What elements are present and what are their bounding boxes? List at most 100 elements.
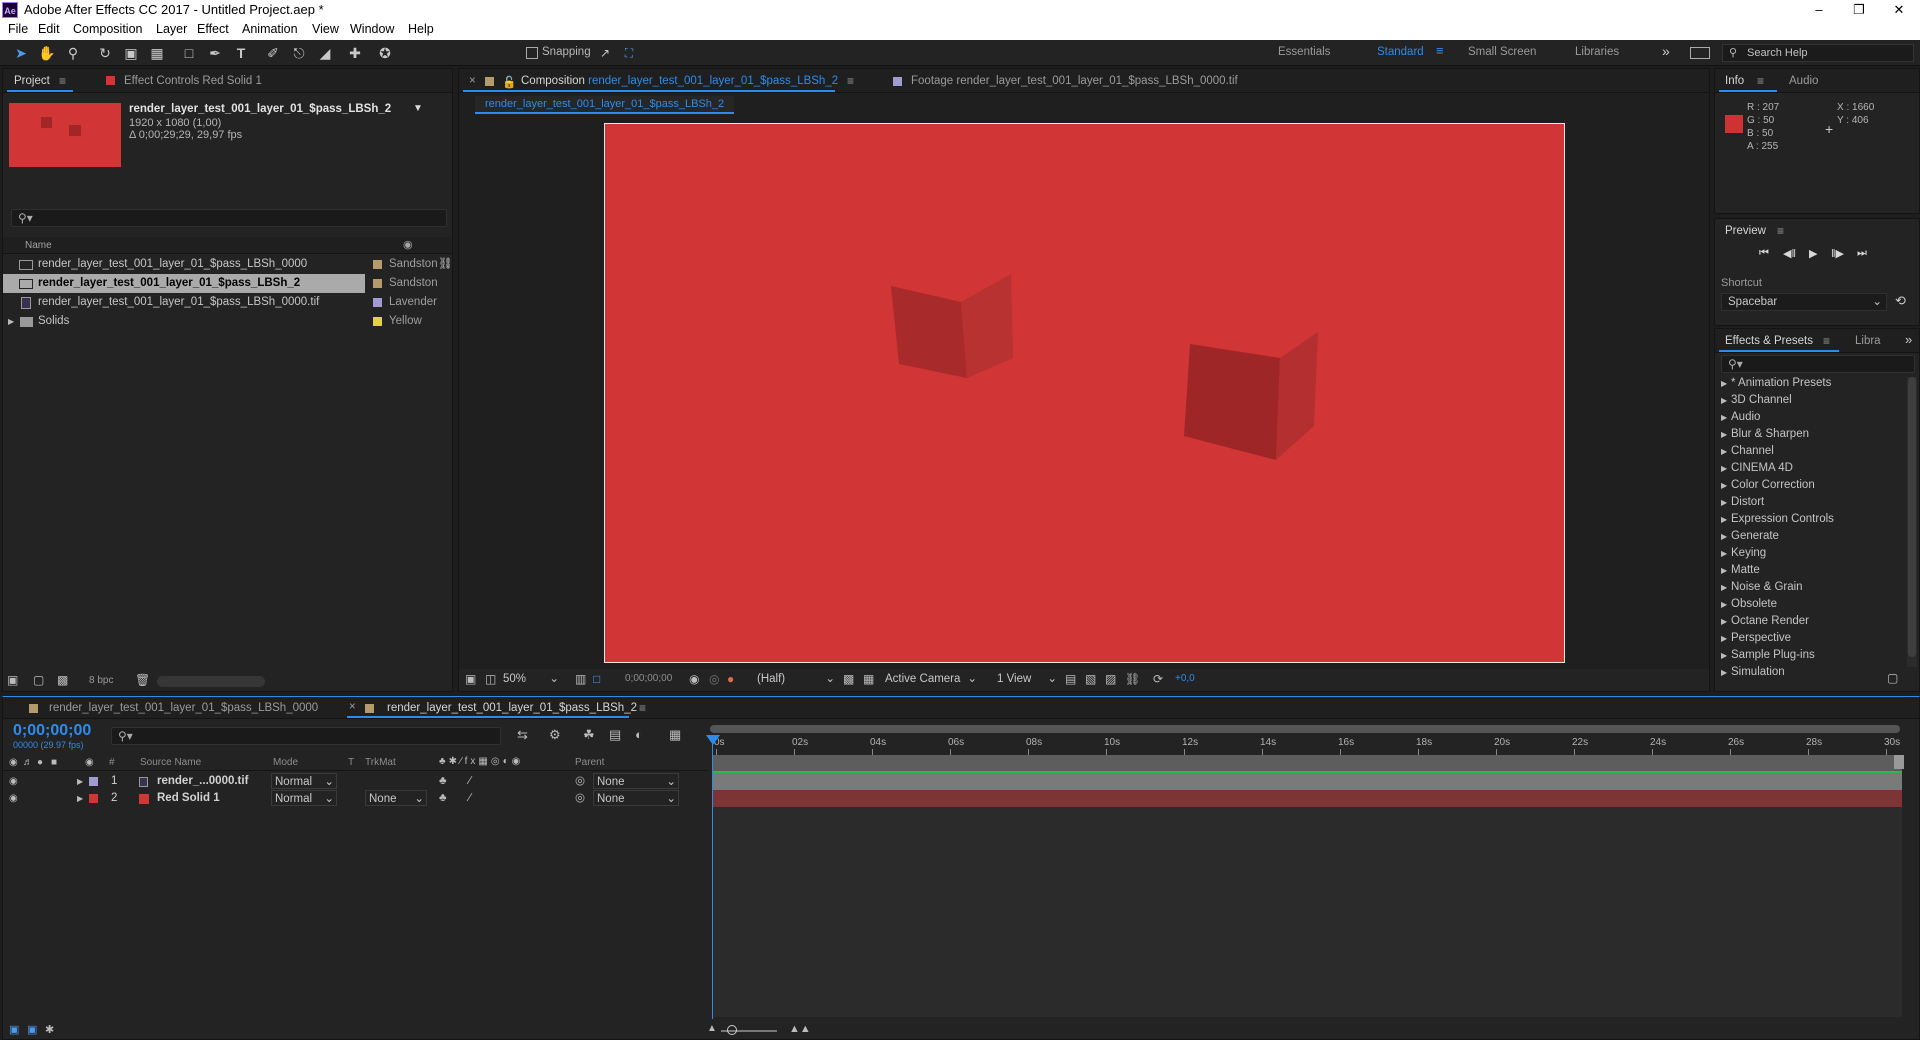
composition-canvas[interactable] [604,123,1565,663]
search-help-input[interactable]: ⚲ Search Help [1722,44,1914,62]
expand-arrow-icon[interactable]: ▶ [1721,651,1731,660]
viewer-timecode[interactable]: 0;00;00;00 [625,673,672,684]
timeline-search-input[interactable]: ⚲▾ [111,727,501,745]
current-timecode[interactable]: 0;00;00;00 [13,722,91,740]
effects-category[interactable]: ▶ Blur & Sharpen [1721,428,1809,440]
expand-arrow-icon[interactable]: ▶ [1721,447,1731,456]
effects-category[interactable]: ▶ Perspective [1721,632,1791,644]
new-bin-icon[interactable]: ▢ [1887,671,1909,687]
time-ruler[interactable]: 0s 02s 04s 06s 08s 10s 12s 14s 16s 18s 20s 22s 24s 26… [708,721,1903,755]
lock-column-icon[interactable]: ■ [51,757,57,768]
expand-arrow-icon[interactable]: ▶ [1721,634,1731,643]
hand-tool-icon[interactable]: ✋ [38,44,56,62]
effects-category[interactable]: ▶ Matte [1721,564,1760,576]
expand-arrow-icon[interactable]: ▶ [77,790,83,807]
tab-libraries[interactable]: Libra [1855,335,1881,347]
camera-dropdown[interactable]: Active Camera ⌄ [885,671,979,689]
graph-editor-icon[interactable]: ▦ [669,727,681,743]
shy-switch-icon[interactable]: ♣ [439,773,447,790]
close-icon[interactable]: ✕ [1876,0,1920,20]
toggle-pixel-aspect-icon[interactable]: ▤ [1065,672,1076,686]
more-workspaces-icon[interactable]: » [1662,43,1670,59]
panel-menu-icon[interactable]: ≡ [847,74,854,88]
workspace-menu-icon[interactable]: ≡ [1436,43,1444,58]
selection-tool-icon[interactable]: ➤ [12,44,30,62]
layer-bar-2[interactable] [712,790,1902,807]
effects-category[interactable]: ▶ Octane Render [1721,615,1809,627]
motion-blur-icon[interactable]: ◐ [635,727,643,742]
column-name[interactable]: Name [25,240,52,251]
expand-arrow-icon[interactable]: ▶ [1721,464,1731,473]
panel-menu-icon[interactable]: ≡ [1757,74,1764,88]
sync-settings-icon[interactable] [1690,47,1710,59]
modes-toggle-icon[interactable]: ▣ [27,1023,37,1036]
composition-breadcrumb[interactable]: render_layer_test_001_layer_01_$pass_LBS… [475,96,735,114]
effects-category[interactable]: ▶ Channel [1721,445,1774,457]
effects-category[interactable]: ▶ Audio [1721,411,1760,423]
comp-flowchart-icon[interactable]: ▧ [1085,672,1096,686]
color-channel-icon[interactable]: ● [727,672,734,686]
visibility-column-icon[interactable]: ◉ [9,757,18,768]
close-tab-icon[interactable]: × [469,75,476,87]
expand-arrow-icon[interactable]: ▶ [1721,396,1731,405]
project-search-input[interactable]: ⚲▾ [11,209,447,227]
zoom-tool-icon[interactable]: ⚲ [64,44,82,62]
next-frame-icon[interactable]: ‖▶ [1831,247,1844,260]
column-mode[interactable]: Mode [273,757,298,768]
reset-exposure-icon[interactable]: ⟳ [1153,672,1163,686]
panel-menu-icon[interactable]: ≡ [59,74,66,88]
column-number[interactable]: # [109,757,115,768]
panel-menu-icon[interactable]: ≡ [1777,224,1784,238]
expand-arrow-icon[interactable]: ▶ [1721,566,1731,575]
project-item[interactable]: render_layer_test_001_layer_01_$pass_LBS… [3,274,365,293]
rectangle-tool-icon[interactable]: □ [180,44,198,62]
snapping-checkbox[interactable] [526,47,538,59]
tab-project[interactable]: Project [14,75,50,87]
playhead-handle[interactable] [706,735,720,745]
audio-column-icon[interactable]: ♬ [23,757,33,768]
menu-effect[interactable]: Effect [197,22,229,36]
menu-edit[interactable]: Edit [38,22,60,36]
eye-icon[interactable]: ◉ [9,773,18,790]
effects-category[interactable]: ▶ Distort [1721,496,1764,508]
lock-icon[interactable]: 🔓 [502,75,516,89]
menu-view[interactable]: View [312,22,339,36]
label-column-tag-icon[interactable]: ◉ [403,238,413,251]
work-area-end-marker[interactable] [1894,755,1904,769]
transparency-grid-icon[interactable]: ▦ [863,672,874,686]
pen-tool-icon[interactable]: ✒ [206,44,224,62]
project-item[interactable]: render_layer_test_001_layer_01_$pass_LBS… [3,293,452,312]
panel-menu-icon[interactable]: ≡ [639,701,646,715]
tab-timeline-lbsh2[interactable]: render_layer_test_001_layer_01_$pass_LBS… [387,702,637,714]
effects-category[interactable]: ▶ Color Correction [1721,479,1815,491]
camera-tool-icon[interactable]: ▣ [122,44,140,62]
rotate-tool-icon[interactable]: ↻ [96,44,114,62]
expand-arrow-icon[interactable]: ▶ [1721,532,1731,541]
tab-audio[interactable]: Audio [1789,75,1818,87]
menu-help[interactable]: Help [408,22,434,36]
roto-brush-tool-icon[interactable]: ✚ [346,44,364,62]
effects-category[interactable]: ▶ 3D Channel [1721,394,1792,406]
snap-grid-icon[interactable]: ⛶ [620,44,638,62]
frame-blending-icon[interactable]: ▤ [609,727,621,743]
expand-arrow-icon[interactable]: ▶ [1721,430,1731,439]
tab-composition[interactable]: Composition render_layer_test_001_layer_… [521,75,838,87]
effects-category[interactable]: ▶ Keying [1721,547,1766,559]
timeline-link-icon[interactable]: ▨ [1105,672,1116,686]
eraser-tool-icon[interactable]: ◢ [316,44,334,62]
flowchart-icon[interactable]: ⛓ [1125,672,1140,686]
blend-mode-dropdown[interactable]: Normal ⌄ [271,773,337,789]
effects-category[interactable]: ▶ Sample Plug-ins [1721,649,1815,661]
layer-bar-1[interactable] [712,773,1902,790]
bit-depth-button[interactable]: 8 bpc [89,675,113,686]
expand-arrow-icon[interactable]: ▶ [1721,583,1731,592]
zoom-slider-thumb[interactable] [727,1025,737,1035]
type-tool-icon[interactable]: T [232,44,250,62]
effects-category[interactable]: ▶ Simulation [1721,666,1785,678]
column-t[interactable]: T [348,757,354,768]
region-of-interest-icon[interactable]: □ [593,672,600,686]
layer-switches-toggle-icon[interactable]: ▣ [9,1023,19,1036]
shy-switch-icon[interactable]: ♣ [439,790,447,807]
more-tabs-icon[interactable]: » [1905,332,1912,347]
workspace-small-screen[interactable]: Small Screen [1468,46,1536,58]
